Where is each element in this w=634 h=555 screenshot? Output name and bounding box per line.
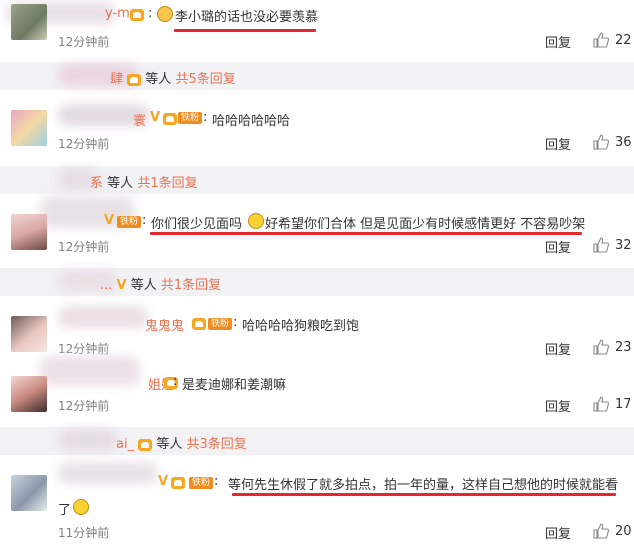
thumbs-up-icon: [593, 339, 609, 355]
sub-reply-suffix: 等人: [130, 278, 157, 293]
avatar[interactable]: [11, 214, 47, 250]
vip-icon: [138, 438, 153, 451]
red-underline-annotation: [232, 493, 616, 496]
sub-reply-count-link[interactable]: 共1条回复: [137, 176, 197, 191]
thumbs-up-icon: [593, 396, 609, 412]
like-button[interactable]: 17: [593, 396, 632, 412]
comment-text: 李小璐的话也没必要羡慕: [175, 10, 319, 25]
sub-reply-username[interactable]: 肆: [110, 72, 123, 87]
like-count: 22: [615, 32, 632, 48]
reply-button[interactable]: 回复: [545, 134, 571, 153]
like-count: 23: [615, 339, 632, 355]
avatar[interactable]: [11, 4, 47, 40]
like-button[interactable]: 22: [593, 32, 632, 48]
reply-button[interactable]: 回复: [545, 237, 571, 256]
comment-time: 12分钟前: [58, 137, 110, 151]
comment-username[interactable]: y-m: [105, 6, 130, 21]
crying-emoji-icon: [248, 213, 264, 229]
vip-icon: [192, 316, 206, 331]
fan-badge: 铁粉: [189, 475, 214, 490]
comment-time: 11分钟前: [58, 526, 110, 540]
comment-text: 是麦迪娜和姜潮嘛: [182, 378, 287, 393]
comment-colon: :: [173, 374, 178, 389]
thumbs-up-icon: [593, 134, 609, 150]
like-button[interactable]: 32: [593, 237, 632, 253]
dog-emoji-icon: [157, 6, 173, 22]
redacted-username-blur: [58, 306, 148, 328]
like-count: 32: [615, 237, 632, 253]
comment-time: 12分钟前: [58, 35, 110, 49]
redacted-username-blur: [40, 356, 140, 386]
fan-badge: 铁粉: [178, 110, 203, 125]
vip-icon: [127, 73, 142, 86]
sub-reply-username[interactable]: ...: [100, 278, 112, 293]
like-button[interactable]: 20: [593, 523, 632, 539]
comment-text: 哈哈哈哈哈哈: [212, 114, 291, 129]
sub-reply-suffix: 等人: [156, 437, 183, 452]
thumbs-up-icon: [593, 237, 609, 253]
fan-badge: 铁粉: [208, 316, 233, 331]
comment-time: 12分钟前: [58, 399, 110, 413]
comment-text-continuation: 了: [58, 503, 72, 518]
verified-v-icon: V: [116, 278, 127, 293]
comment-text-part2: 好希望你们合体 但是见面少有时候感情更好 不容易吵架: [265, 217, 586, 232]
sub-reply-count-link[interactable]: 共3条回复: [187, 437, 247, 452]
comment-colon: :: [203, 110, 208, 125]
comment-text: 等何先生休假了就多拍点，拍一年的量，这样自己想他的时候就能看: [228, 478, 619, 493]
reply-button[interactable]: 回复: [545, 523, 571, 542]
thumbs-up-icon: [593, 523, 609, 539]
avatar[interactable]: [11, 475, 47, 511]
like-count: 20: [615, 523, 632, 539]
like-count: 17: [615, 396, 632, 412]
thumbs-up-icon: [593, 32, 609, 48]
sub-reply-username[interactable]: 系: [90, 176, 103, 191]
redacted-username-blur: [58, 429, 118, 451]
like-button[interactable]: 36: [593, 134, 632, 150]
comment-colon: :: [214, 474, 219, 489]
red-underline-annotation: [150, 232, 582, 235]
sub-reply-username[interactable]: ai_: [116, 437, 134, 452]
sub-reply-suffix: 等人: [107, 176, 134, 191]
verified-v-icon: V: [150, 110, 161, 125]
comment-text-part1: 你们很少见面吗: [151, 217, 243, 232]
red-underline-annotation: [174, 29, 316, 32]
sub-reply-suffix: 等人: [145, 72, 172, 87]
verified-v-icon: V: [104, 213, 115, 228]
comment-colon: :: [233, 315, 238, 330]
redacted-username-blur: [58, 462, 158, 484]
reply-button[interactable]: 回复: [545, 396, 571, 415]
comment-time: 12分钟前: [58, 342, 110, 356]
avatar[interactable]: [11, 376, 47, 412]
comment-username[interactable]: 鬼鬼鬼: [145, 315, 184, 334]
reply-button[interactable]: 回复: [545, 339, 571, 358]
comment-time: 12分钟前: [58, 240, 110, 254]
fan-badge: 铁粉: [117, 214, 142, 229]
sub-reply-count-link[interactable]: 共5条回复: [175, 72, 235, 87]
like-count: 36: [615, 134, 632, 150]
laughing-emoji-icon: [73, 499, 89, 515]
reply-button[interactable]: 回复: [545, 32, 571, 51]
vip-icon: [163, 111, 177, 126]
vip-icon: [130, 7, 144, 22]
comment-colon: :: [142, 213, 147, 228]
avatar[interactable]: [11, 110, 47, 146]
comment-username[interactable]: 寰: [133, 110, 146, 129]
like-button[interactable]: 23: [593, 339, 632, 355]
sub-reply-count-link[interactable]: 共1条回复: [161, 278, 221, 293]
comment-text: 哈哈哈哈狗粮吃到饱: [242, 319, 360, 334]
vip-icon: [171, 475, 185, 490]
avatar[interactable]: [11, 316, 47, 352]
comment-colon: :: [148, 6, 153, 21]
verified-v-icon: V: [158, 474, 169, 489]
